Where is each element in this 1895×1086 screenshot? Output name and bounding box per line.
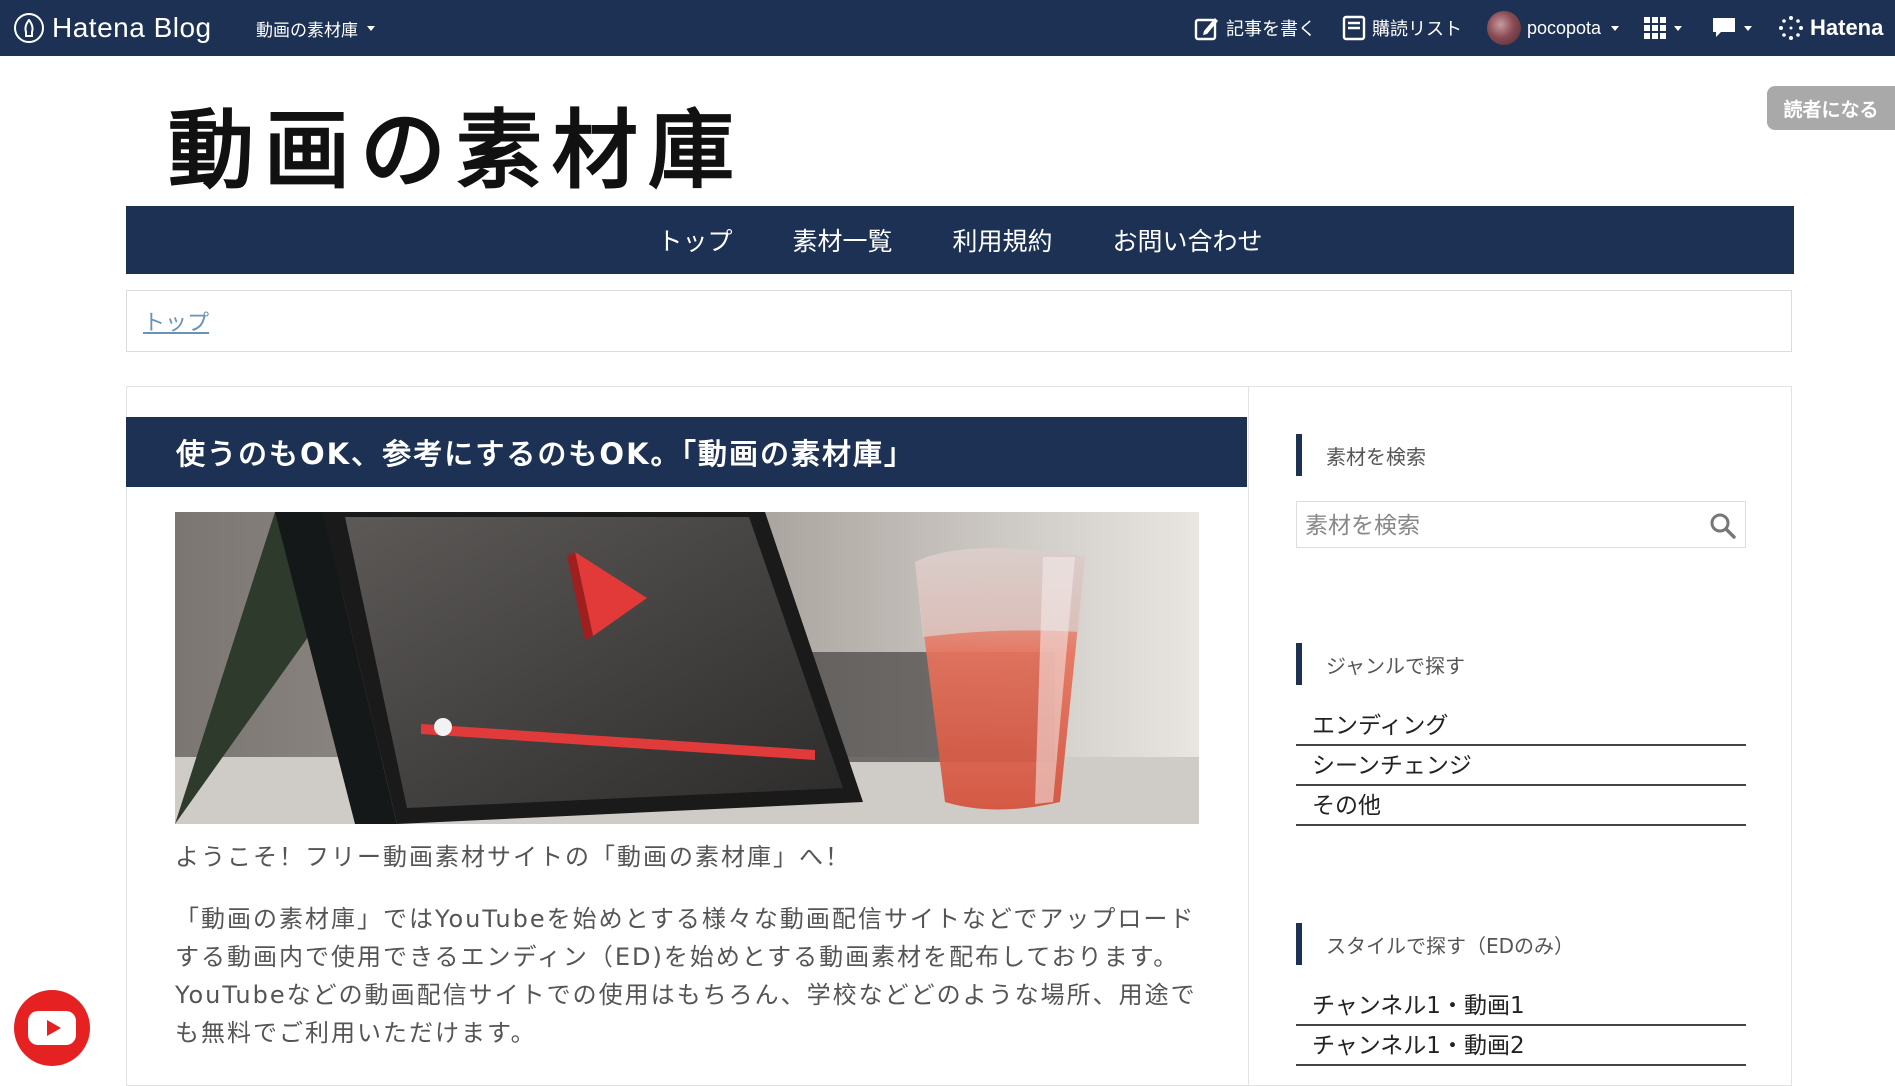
- category-item-ending[interactable]: エンディング: [1296, 706, 1746, 746]
- youtube-icon: [28, 1011, 76, 1045]
- user-menu-dropdown[interactable]: pocopota: [1487, 0, 1620, 56]
- hatena-blog-logo-text: Hatena Blog: [52, 12, 212, 43]
- write-article-button[interactable]: 記事を書く: [1194, 0, 1316, 56]
- entry-paragraph: 「動画の素材庫」ではYouTubeを始めとする様々な動画配信サイトなどでアップロ…: [175, 905, 1197, 1047]
- apps-grid-icon: [1644, 17, 1666, 39]
- hatena-dots-icon: [1779, 16, 1803, 40]
- notification-icon: [1713, 18, 1735, 37]
- category-item-other[interactable]: その他: [1296, 786, 1746, 826]
- nav-item-materials[interactable]: 素材一覧: [792, 222, 892, 258]
- entry-title[interactable]: 使うのもOK、参考にするのもOK。「動画の素材庫」: [176, 431, 915, 473]
- hatena-label: Hatena: [1810, 15, 1884, 40]
- subscribe-button[interactable]: 読者になる: [1767, 86, 1895, 130]
- reading-list-icon: [1342, 15, 1366, 41]
- hatena-top-bar: Hatena Blog 動画の素材庫 記事を書く 購読リスト pocopota: [0, 0, 1895, 56]
- nav-item-contact[interactable]: お問い合わせ: [1113, 222, 1263, 258]
- chevron-down-icon: [367, 25, 375, 31]
- hero-illustration: [175, 512, 1199, 824]
- nav-item-top[interactable]: トップ: [657, 222, 732, 258]
- global-navigation: トップ 素材一覧 利用規約 お問い合わせ: [126, 206, 1794, 274]
- blog-menu-dropdown[interactable]: 動画の素材庫: [256, 0, 375, 56]
- content-sidebar-divider: [1248, 386, 1249, 1086]
- reading-list-label: 購読リスト: [1372, 19, 1462, 40]
- entry-paragraph: ようこそ！フリー動画素材サイトの「動画の素材庫」へ！: [175, 843, 851, 871]
- apps-menu-button[interactable]: [1644, 0, 1682, 56]
- search-input[interactable]: [1297, 502, 1707, 549]
- hatena-blog-home-link[interactable]: Hatena Blog: [14, 0, 212, 56]
- pencil-edit-icon: [1194, 18, 1218, 41]
- sidebar-genre-title: ジャンルで探す: [1296, 643, 1465, 685]
- entry-header: 使うのもOK、参考にするのもOK。「動画の素材庫」: [126, 417, 1247, 487]
- chevron-down-icon: [1674, 25, 1682, 31]
- category-item-channel1-video2[interactable]: チャンネル1・動画2: [1296, 1026, 1746, 1066]
- blog-title[interactable]: 動画の素材庫: [168, 80, 744, 205]
- youtube-channel-button[interactable]: [14, 990, 90, 1066]
- hero-image: [175, 512, 1199, 824]
- hatena-menu-button[interactable]: Hatena: [1778, 0, 1883, 56]
- nav-item-terms[interactable]: 利用規約: [953, 222, 1053, 258]
- category-item-channel1-video1[interactable]: チャンネル1・動画1: [1296, 986, 1746, 1026]
- chevron-down-icon: [1611, 25, 1620, 31]
- avatar: [1487, 11, 1521, 45]
- username-label: pocopota: [1527, 17, 1602, 38]
- sidebar-search-form: [1296, 501, 1746, 549]
- sidebar-search-title: 素材を検索: [1296, 434, 1426, 476]
- blog-menu-label: 動画の素材庫: [256, 20, 358, 41]
- breadcrumb-top-link[interactable]: トップ: [143, 305, 209, 337]
- write-article-label: 記事を書く: [1226, 19, 1316, 40]
- reading-list-button[interactable]: 購読リスト: [1342, 0, 1462, 56]
- search-icon[interactable]: [1709, 512, 1737, 540]
- breadcrumb: トップ: [126, 290, 1792, 352]
- notification-button[interactable]: [1712, 0, 1752, 56]
- genre-category-list: エンディング シーンチェンジ その他: [1296, 706, 1746, 826]
- style-category-list: チャンネル1・動画1 チャンネル1・動画2: [1296, 986, 1746, 1066]
- chevron-down-icon: [1744, 25, 1752, 31]
- hatena-blog-logo-icon: [14, 13, 44, 43]
- sidebar-style-title: スタイルで探す（EDのみ）: [1296, 923, 1574, 965]
- category-item-scene-change[interactable]: シーンチェンジ: [1296, 746, 1746, 786]
